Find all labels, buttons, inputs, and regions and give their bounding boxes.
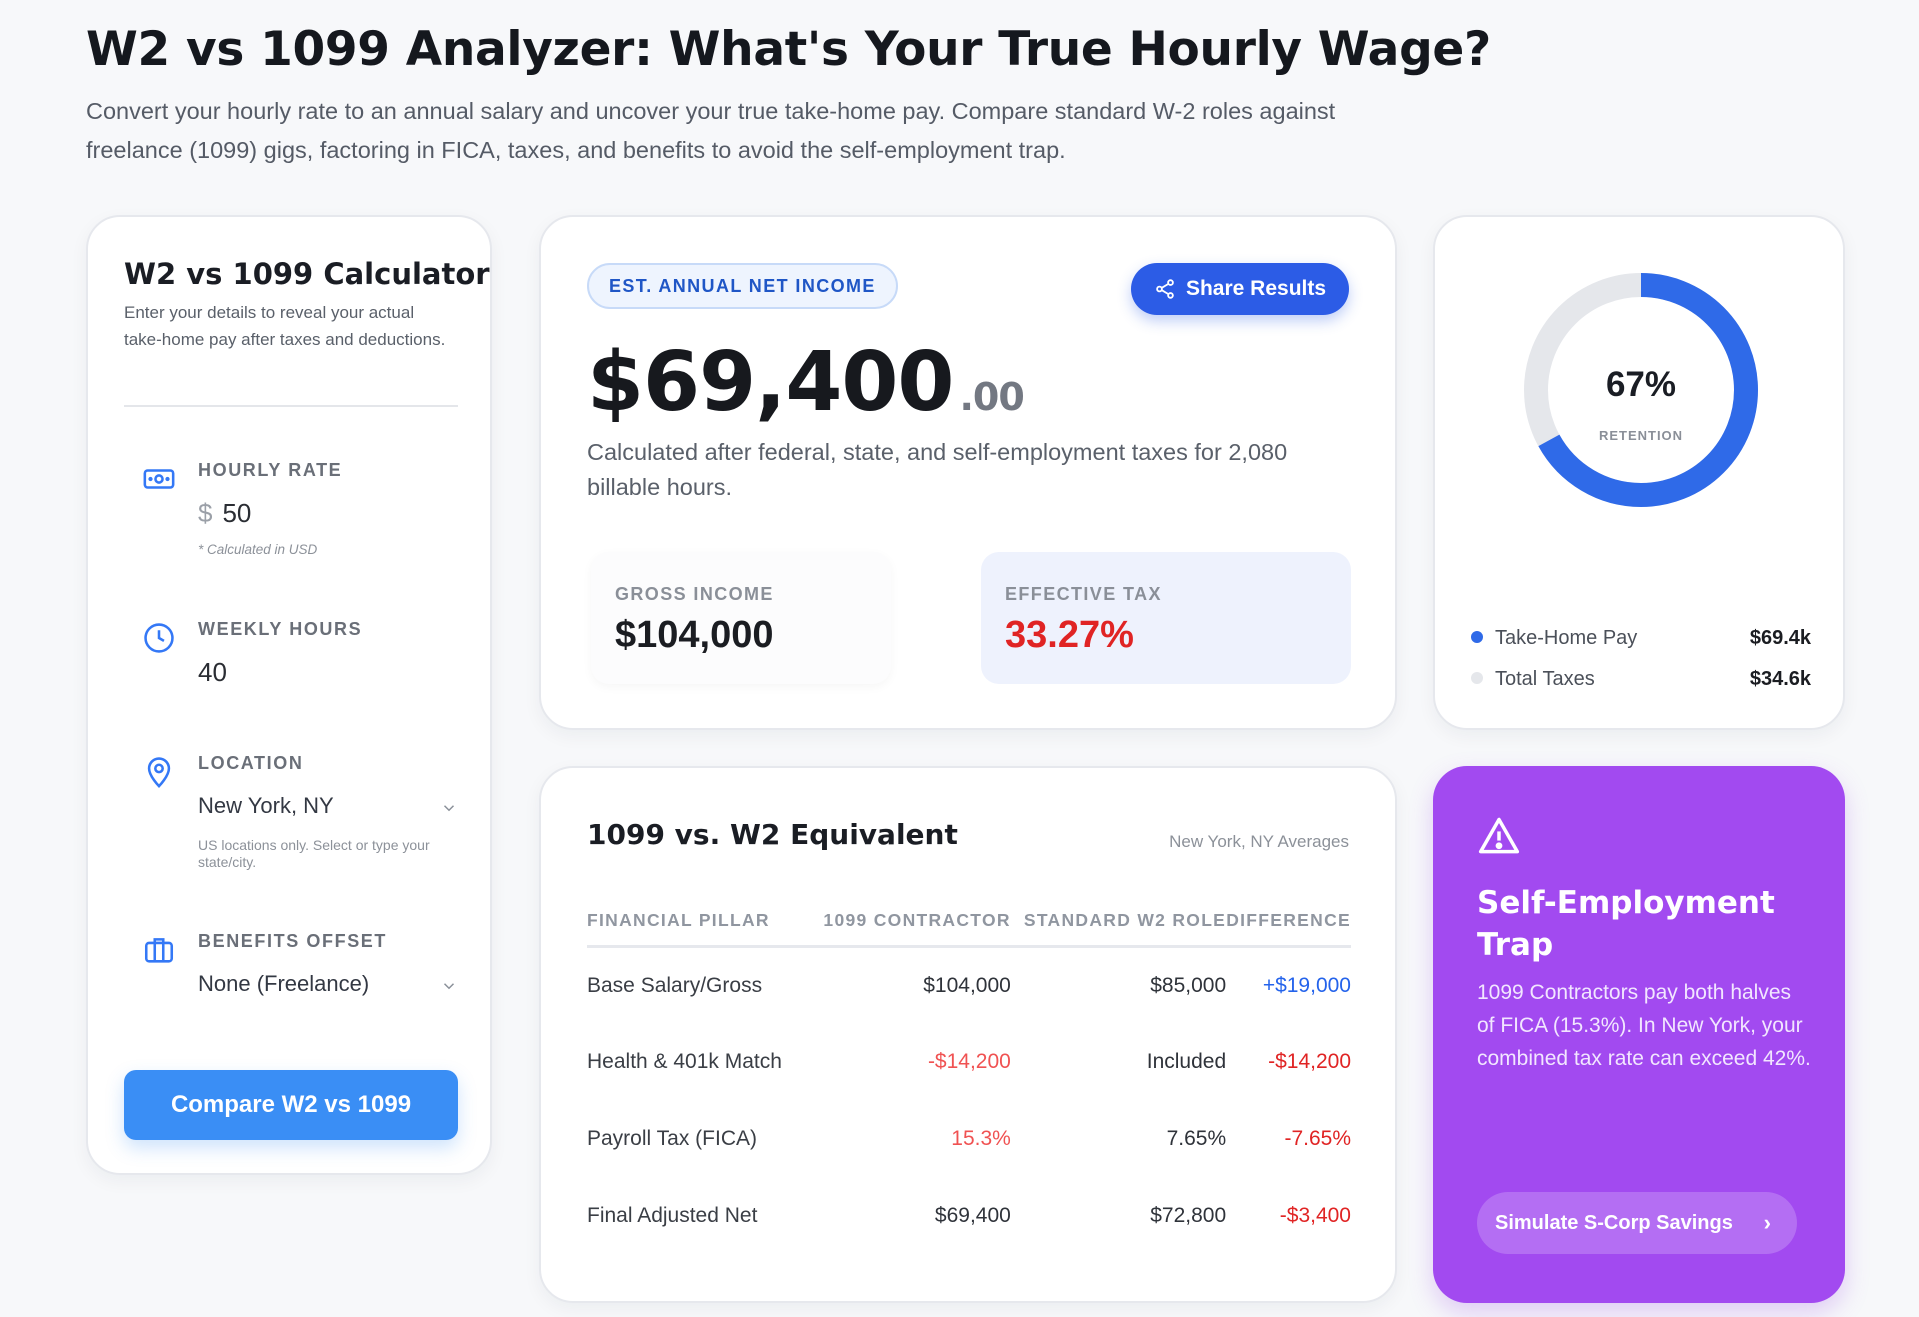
effective-tax-value: 33.27%: [1005, 614, 1134, 656]
chevron-down-icon[interactable]: [440, 799, 458, 817]
share-icon: [1156, 279, 1174, 299]
column-header: STANDARD W2 ROLE: [1010, 896, 1227, 948]
table-cell: Base Salary/Gross: [587, 973, 763, 997]
legend-value: $34.6k: [1749, 668, 1811, 690]
table-cell: -$14,200: [1268, 1050, 1351, 1073]
table-cell: $72,800: [1150, 1204, 1227, 1227]
simulate-s-corp-label: Simulate S-Corp Savings: [1495, 1212, 1733, 1234]
chevron-down-icon[interactable]: [440, 977, 458, 995]
table-row: Health & 401k Match -$14,200 Included -$…: [587, 1024, 1351, 1101]
share-results-button[interactable]: Share Results: [1131, 263, 1349, 315]
comparison-card: 1099 vs. W2 Equivalent New York, NY Aver…: [539, 766, 1397, 1303]
legend-label: Take-Home Pay: [1495, 627, 1638, 649]
chevron-right-icon: ›: [1763, 1210, 1771, 1235]
table-cell: -$14,200: [927, 1050, 1011, 1073]
location-label: LOCATION: [198, 753, 304, 773]
hourly-rate-note: * Calculated in USD: [198, 542, 318, 557]
hourly-rate-value: 50: [222, 498, 252, 528]
share-results-label: Share Results: [1185, 277, 1327, 300]
legend-dot: [1471, 671, 1483, 684]
table-cell: Final Adjusted Net: [587, 1204, 758, 1227]
table-cell: Included: [1146, 1050, 1227, 1073]
comparison-title: 1099 vs. W2 Equivalent: [587, 818, 958, 851]
location-select[interactable]: New York, NY: [198, 793, 448, 819]
legend-dot: [1471, 630, 1483, 643]
gross-income-value: $104,000: [615, 614, 774, 656]
benefits-label: BENEFITS OFFSET: [198, 931, 388, 951]
money-icon: [143, 469, 175, 489]
gross-income-tile: GROSS INCOME $104,000: [591, 552, 891, 684]
legend-take-home: Take-Home Pay $69.4k: [1471, 627, 1811, 650]
calculator-card: W2 vs 1099 Calculator Enter your details…: [86, 215, 492, 1175]
currency-symbol: $: [198, 498, 213, 528]
retention-card: 67% RETENTION Take-Home Pay $69.4k Total…: [1433, 215, 1845, 730]
hourly-rate-field: HOURLY RATE $50 * Calculated in USD: [124, 460, 458, 570]
location-field: LOCATION New York, NY US locations only.…: [124, 753, 458, 873]
trap-title: Self-Employment Trap: [1477, 885, 1775, 963]
column-header: FINANCIAL PILLAR: [587, 896, 821, 948]
comparison-subtitle: New York, NY Averages: [1169, 832, 1349, 851]
table-header-row: FINANCIAL PILLAR 1099 CONTRACTOR STANDAR…: [587, 896, 1351, 948]
weekly-hours-label: WEEKLY HOURS: [198, 619, 363, 639]
simulate-s-corp-button[interactable]: Simulate S-Corp Savings ›: [1477, 1192, 1797, 1254]
divider: [124, 405, 458, 407]
net-income-card: EST. ANNUAL NET INCOME Share Results $69…: [539, 215, 1397, 730]
net-income-dollars: $69,400: [587, 335, 954, 430]
table-row: Base Salary/Gross $104,000 $85,000 +$19,…: [587, 947, 1351, 1024]
weekly-hours-field: WEEKLY HOURS 40: [124, 619, 458, 699]
comparison-table: FINANCIAL PILLAR 1099 CONTRACTOR STANDAR…: [587, 896, 1351, 1255]
weekly-hours-input[interactable]: 40: [198, 657, 227, 688]
table-cell: +$19,000: [1262, 973, 1351, 997]
compare-button[interactable]: Compare W2 vs 1099: [124, 1070, 458, 1140]
effective-tax-tile: EFFECTIVE TAX 33.27%: [981, 552, 1351, 684]
clock-icon: [144, 623, 174, 653]
table-cell: $104,000: [923, 973, 1011, 997]
net-income-amount: $69,400.00: [587, 335, 1025, 430]
benefits-select[interactable]: None (Freelance): [198, 971, 448, 997]
effective-tax-label: EFFECTIVE TAX: [1005, 584, 1162, 604]
trap-description: 1099 Contractors pay both halves of FICA…: [1477, 981, 1811, 1070]
calculator-title: W2 vs 1099 Calculator: [124, 257, 490, 291]
table-cell: Payroll Tax (FICA): [587, 1127, 757, 1150]
legend-total-taxes: Total Taxes $34.6k: [1471, 668, 1811, 691]
hourly-rate-label: HOURLY RATE: [198, 460, 343, 480]
net-income-description: Calculated after federal, state, and sel…: [587, 439, 1288, 500]
gross-income-label: GROSS INCOME: [615, 584, 774, 604]
net-income-cents: .00: [959, 375, 1024, 419]
net-income-badge: EST. ANNUAL NET INCOME: [587, 263, 898, 309]
briefcase-icon: [144, 938, 174, 963]
location-pin-icon: [147, 757, 171, 788]
hourly-rate-input[interactable]: $50: [198, 498, 251, 529]
page-title: W2 vs 1099 Analyzer: What's Your True Ho…: [86, 22, 1491, 77]
table-cell: 7.65%: [1166, 1127, 1227, 1150]
legend-value: $69.4k: [1749, 627, 1811, 649]
table-cell: 15.3%: [951, 1127, 1011, 1150]
table-cell: -7.65%: [1284, 1127, 1351, 1150]
location-note: US locations only. Select or type your s…: [198, 837, 430, 870]
calculator-description: Enter your details to reveal your actual…: [124, 303, 446, 349]
table-row: Final Adjusted Net $69,400 $72,800 -$3,4…: [587, 1178, 1351, 1255]
table-row: Payroll Tax (FICA) 15.3% 7.65% -7.65%: [587, 1101, 1351, 1178]
column-header: DIFFERENCE: [1226, 896, 1351, 948]
table-cell: $69,400: [934, 1204, 1011, 1227]
page-subtitle: Convert your hourly rate to an annual sa…: [86, 98, 1336, 163]
table-cell: $85,000: [1150, 973, 1227, 997]
table-cell: Health & 401k Match: [587, 1050, 782, 1073]
benefits-field: BENEFITS OFFSET None (Freelance): [124, 931, 458, 1011]
warning-icon: [1478, 817, 1520, 854]
table-cell: -$3,400: [1279, 1204, 1351, 1227]
retention-label: RETENTION: [1598, 428, 1684, 443]
retention-percent: 67%: [1605, 365, 1677, 404]
legend-label: Total Taxes: [1495, 668, 1595, 690]
column-header: 1099 CONTRACTOR: [820, 896, 1011, 948]
self-employment-trap-card: Self-Employment Trap 1099 Contractors pa…: [1433, 766, 1845, 1303]
